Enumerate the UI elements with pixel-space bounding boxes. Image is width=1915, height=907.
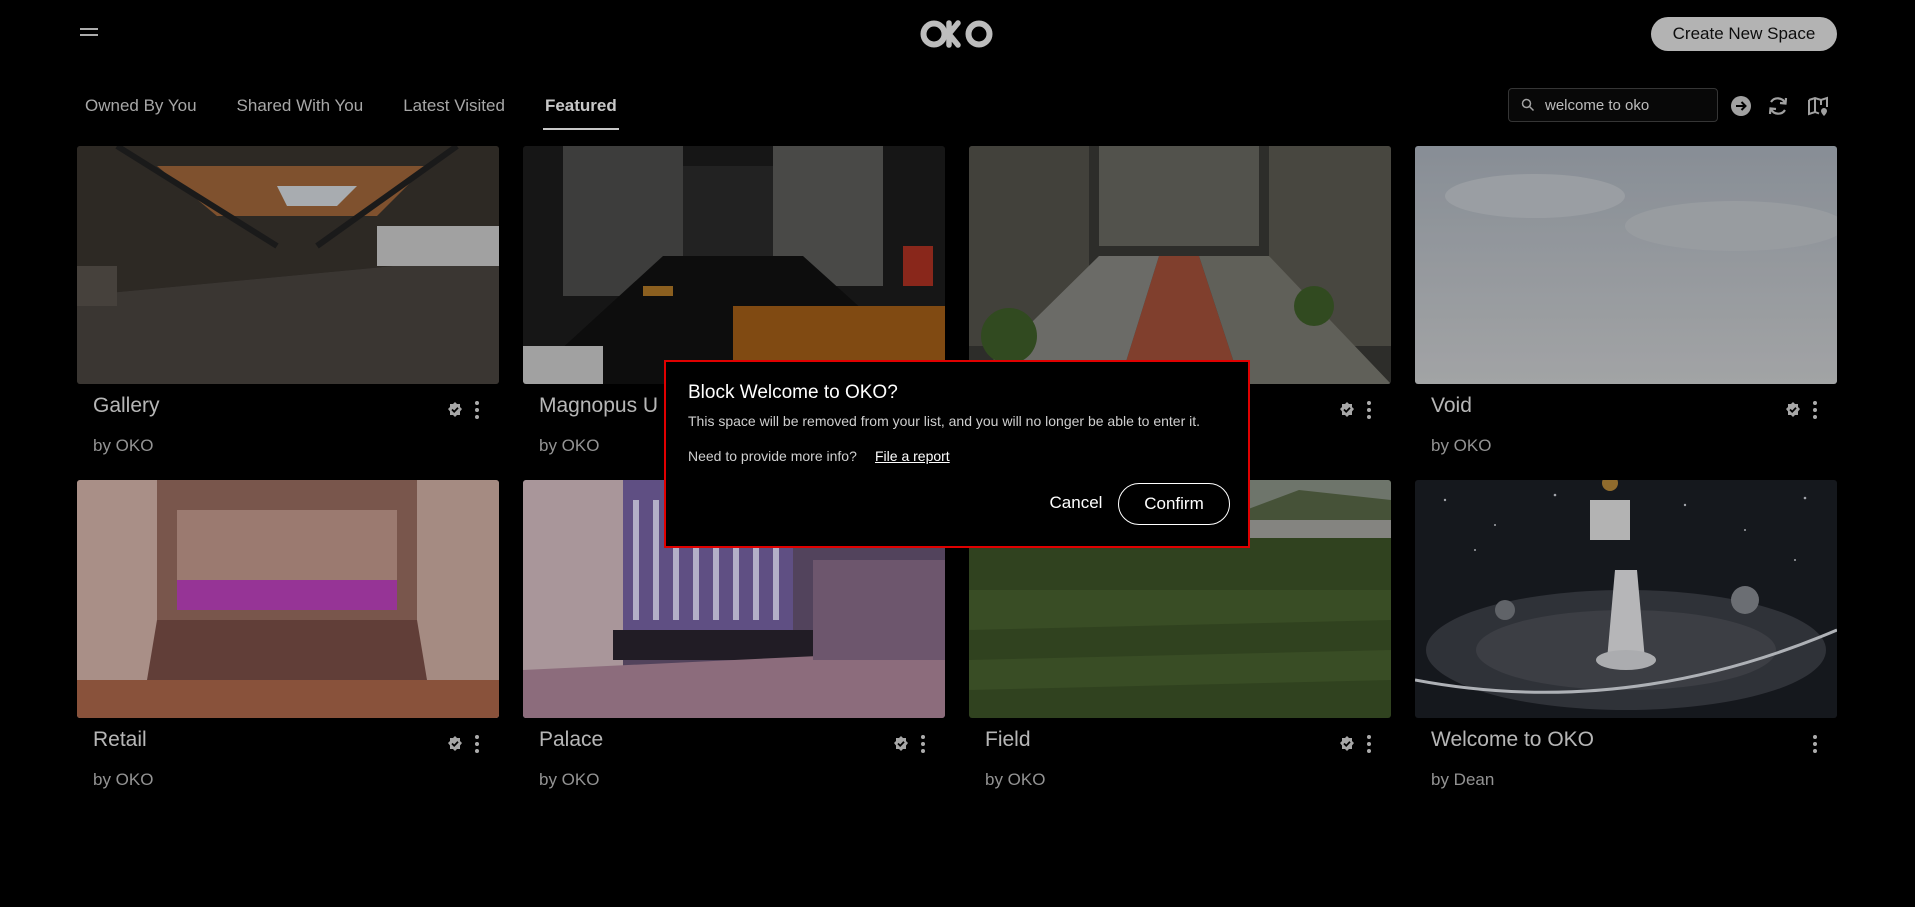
file-report-link[interactable]: File a report <box>875 448 950 464</box>
dialog-title: Block Welcome to OKO? <box>688 382 898 403</box>
confirm-button[interactable]: Confirm <box>1118 483 1230 525</box>
dialog-more-info: Need to provide more info? <box>688 448 857 464</box>
block-space-dialog: Block Welcome to OKO? This space will be… <box>664 360 1250 548</box>
cancel-button[interactable]: Cancel <box>1036 483 1116 523</box>
dialog-message: This space will be removed from your lis… <box>688 413 1201 429</box>
